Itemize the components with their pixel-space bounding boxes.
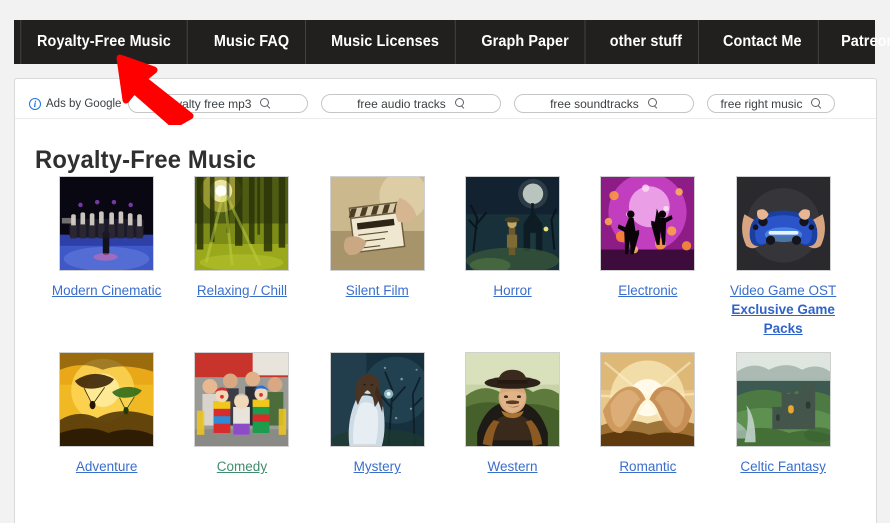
category-label[interactable]: Modern Cinematic bbox=[52, 282, 162, 300]
nav-item-music-licenses[interactable]: Music Licenses bbox=[315, 20, 456, 64]
category-label[interactable]: Mystery bbox=[354, 458, 401, 476]
thumbnail-game-controller[interactable] bbox=[735, 176, 831, 271]
category-label[interactable]: Electronic bbox=[618, 282, 677, 300]
ad-pill-royalty-free-mp3[interactable]: royalty free mp3 bbox=[128, 94, 309, 113]
thumbnail-moonlit-graveyard[interactable] bbox=[465, 176, 561, 271]
thumbnail-clapperboard-sepia[interactable] bbox=[329, 176, 425, 271]
category-label[interactable]: Relaxing / Chill bbox=[197, 282, 287, 300]
main-navigation: Royalty-Free Music Music FAQ Music Licen… bbox=[14, 20, 890, 64]
category-label[interactable]: Celtic Fantasy bbox=[740, 458, 826, 476]
info-circle-icon[interactable]: i bbox=[29, 97, 41, 110]
category-tile-relaxing-chill: Relaxing / Chill bbox=[174, 176, 309, 338]
category-row: Modern Cinematic Relaxing / Chill Silent… bbox=[39, 176, 851, 338]
category-label[interactable]: Romantic bbox=[619, 458, 676, 476]
category-label[interactable]: Horror bbox=[493, 282, 531, 300]
google-ads-bar: i Ads by Google royalty free mp3 free au… bbox=[15, 89, 876, 119]
thumbnail-castle-ruins-green[interactable] bbox=[735, 352, 831, 447]
ad-pill-label: royalty free mp3 bbox=[165, 96, 252, 111]
ad-pill-label: free right music bbox=[720, 96, 803, 111]
category-label[interactable]: Silent Film bbox=[346, 282, 409, 300]
nav-item-graph-paper[interactable]: Graph Paper bbox=[465, 20, 586, 64]
nav-item-contact-me[interactable]: Contact Me bbox=[707, 20, 819, 64]
thumbnail-paraglider-sunset[interactable] bbox=[59, 352, 155, 447]
category-tile-mystery: Mystery bbox=[310, 352, 445, 476]
ads-by-google-label: i Ads by Google bbox=[29, 97, 122, 110]
ad-pill-label: free soundtracks bbox=[550, 96, 639, 111]
category-label[interactable]: Comedy bbox=[217, 458, 267, 476]
ad-pill-free-right-music[interactable]: free right music bbox=[707, 94, 836, 113]
thumbnail-dancers-bokeh[interactable] bbox=[600, 176, 696, 271]
category-tile-electronic: Electronic bbox=[580, 176, 715, 338]
nav-item-royalty-free-music[interactable]: Royalty-Free Music bbox=[20, 20, 188, 64]
category-label[interactable]: Video Game OST Exclusive Game Packs bbox=[715, 282, 850, 338]
category-tile-western: Western bbox=[445, 352, 580, 476]
content-card: i Ads by Google royalty free mp3 free au… bbox=[14, 78, 877, 523]
category-label[interactable]: Adventure bbox=[76, 458, 138, 476]
category-tile-video-game-ost: Video Game OST Exclusive Game Packs bbox=[715, 176, 850, 338]
ads-by-google-text: Ads by Google bbox=[46, 97, 122, 110]
category-tile-adventure: Adventure bbox=[39, 352, 174, 476]
magnifier-icon bbox=[647, 98, 659, 109]
category-tile-comedy: Comedy bbox=[174, 352, 309, 476]
category-tile-modern-cinematic: Modern Cinematic bbox=[39, 176, 174, 338]
category-label[interactable]: Western bbox=[488, 458, 538, 476]
magnifier-icon bbox=[454, 98, 466, 109]
category-label-main: Video Game OST bbox=[729, 283, 837, 298]
category-tile-silent-film: Silent Film bbox=[310, 176, 445, 338]
magnifier-icon bbox=[811, 98, 822, 109]
nav-item-music-faq[interactable]: Music FAQ bbox=[198, 20, 306, 64]
thumbnail-heart-hands-sunset[interactable] bbox=[600, 352, 696, 447]
category-row: Adventure Comedy Mystery Western Romanti… bbox=[39, 352, 851, 476]
nav-item-other-stuff[interactable]: other stuff bbox=[594, 20, 699, 64]
category-tile-celtic-fantasy: Celtic Fantasy bbox=[715, 352, 850, 476]
ad-pill-free-audio-tracks[interactable]: free audio tracks bbox=[321, 94, 502, 113]
page-root: Royalty-Free Music Music FAQ Music Licen… bbox=[0, 0, 890, 523]
ad-pill-free-soundtracks[interactable]: free soundtracks bbox=[514, 94, 695, 113]
ad-pill-label: free audio tracks bbox=[357, 96, 446, 111]
thumbnail-woman-dark-forest[interactable] bbox=[329, 352, 425, 447]
magnifier-icon bbox=[260, 98, 271, 109]
thumbnail-orchestra-stage[interactable] bbox=[59, 176, 155, 271]
category-sublabel-exclusive-game-packs[interactable]: Exclusive Game Packs bbox=[715, 300, 850, 338]
page-title: Royalty-Free Music bbox=[35, 145, 257, 174]
category-grid: Modern Cinematic Relaxing / Chill Silent… bbox=[39, 176, 851, 490]
thumbnail-clowns-crowd[interactable] bbox=[194, 352, 290, 447]
thumbnail-sunlit-forest[interactable] bbox=[194, 176, 290, 271]
thumbnail-cowboy-portrait[interactable] bbox=[465, 352, 561, 447]
category-tile-romantic: Romantic bbox=[580, 352, 715, 476]
category-tile-horror: Horror bbox=[445, 176, 580, 338]
nav-item-patreon[interactable]: Patreon bbox=[826, 20, 890, 64]
